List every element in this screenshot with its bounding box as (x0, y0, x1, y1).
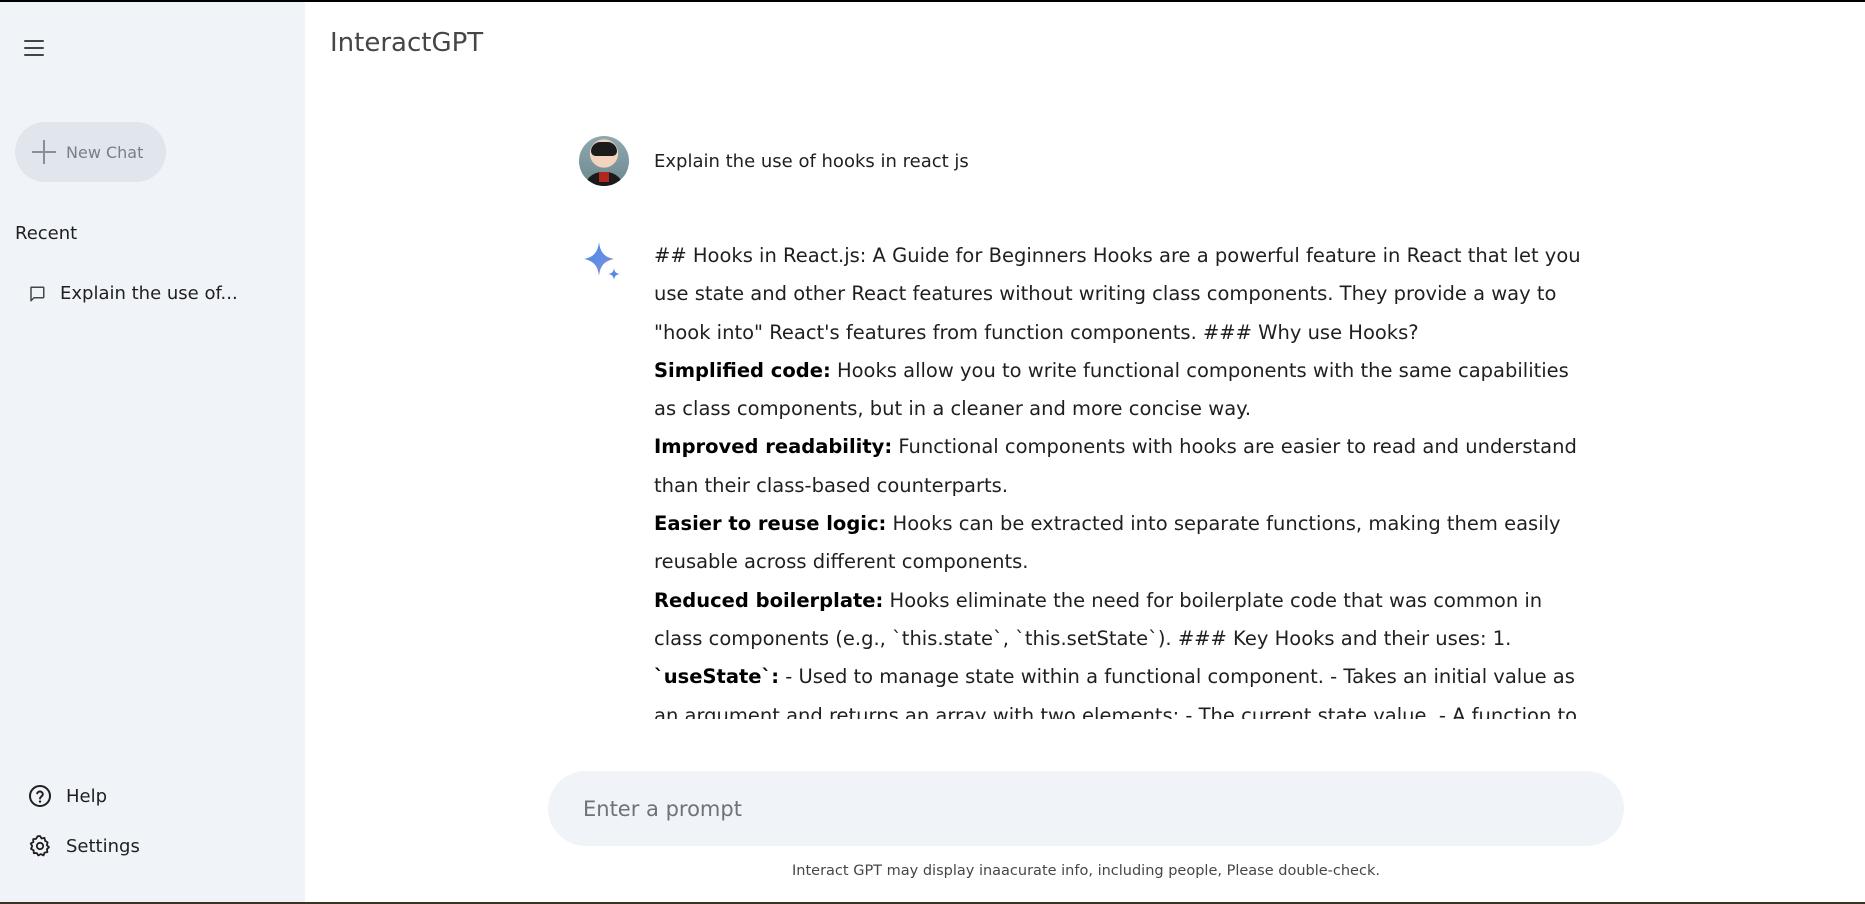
help-icon (29, 785, 51, 807)
plus-icon (32, 140, 56, 164)
response-point: Reduced boilerplate: Hooks eliminate the… (654, 588, 1578, 719)
recent-chat-item[interactable]: Explain the use of... (28, 283, 238, 304)
app-title: InteractGPT (330, 28, 484, 58)
help-button[interactable]: Help (28, 784, 107, 808)
chat-icon (30, 286, 45, 301)
menu-icon[interactable] (24, 34, 56, 62)
gear-icon (29, 835, 50, 857)
response-point: Simplified code: Hooks allow you to writ… (654, 358, 1569, 421)
ai-response: ## Hooks in React.js: A Guide for Beginn… (654, 237, 1594, 719)
prompt-container (548, 771, 1624, 846)
help-label: Help (66, 785, 108, 807)
user-avatar (579, 136, 629, 186)
prompt-input[interactable] (583, 796, 1624, 821)
new-chat-button[interactable]: New Chat (15, 122, 166, 182)
disclaimer-text: Interact GPT may display inaacurate info… (792, 863, 1380, 879)
recent-chat-label: Explain the use of... (60, 283, 238, 304)
user-message: Explain the use of hooks in react js (654, 150, 969, 172)
settings-label: Settings (66, 835, 140, 857)
recent-heading: Recent (15, 223, 78, 244)
new-chat-label: New Chat (66, 142, 144, 162)
response-intro: ## Hooks in React.js: A Guide for Beginn… (654, 244, 1581, 344)
response-point: Improved readability: Functional compone… (654, 435, 1577, 497)
sidebar: New Chat Recent Explain the use of... He… (0, 2, 305, 902)
settings-button[interactable]: Settings (28, 834, 140, 858)
response-point: Easier to reuse logic: Hooks can be extr… (654, 512, 1561, 574)
sparkle-icon (584, 242, 620, 280)
user-message-row: Explain the use of hooks in react js (579, 136, 969, 186)
